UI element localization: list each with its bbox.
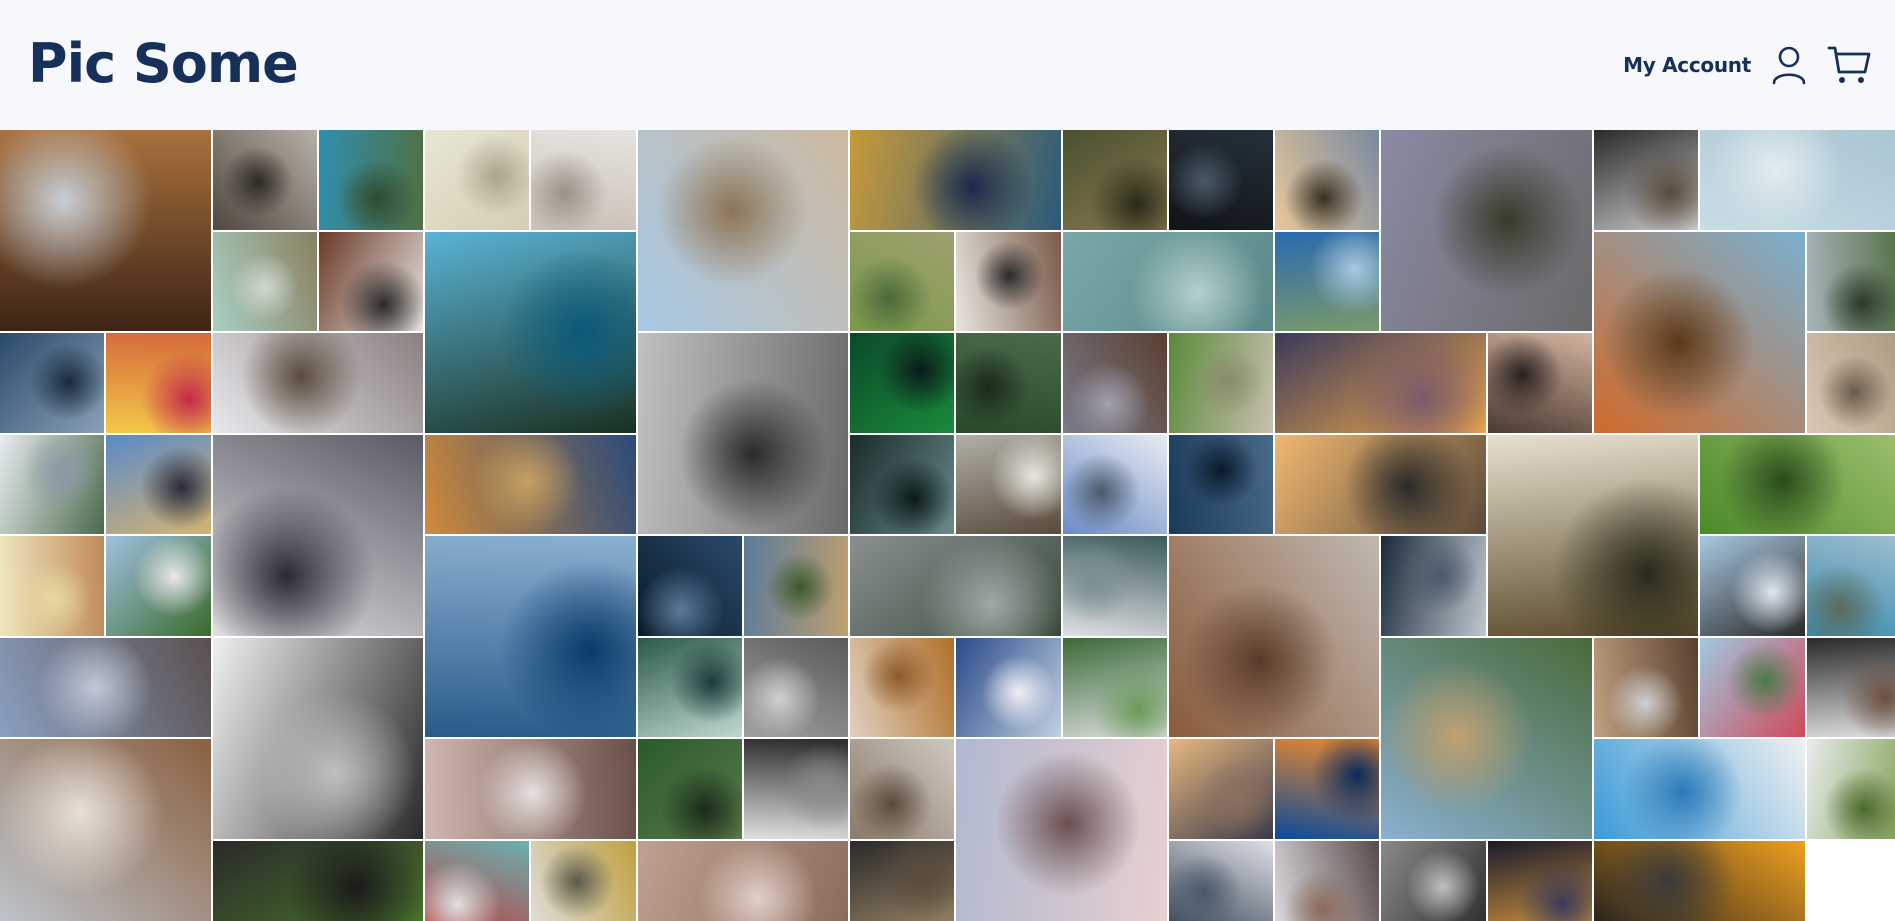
- photo-tile[interactable]: [1275, 434, 1486, 534]
- photo-tile[interactable]: [637, 536, 742, 636]
- photo-tile[interactable]: [1168, 536, 1380, 737]
- photo-tile[interactable]: [1593, 637, 1699, 737]
- photo-tile[interactable]: [956, 231, 1061, 331]
- photo-tile[interactable]: [1275, 840, 1380, 921]
- photo-tile[interactable]: [318, 130, 424, 230]
- photo-tile[interactable]: [743, 739, 849, 839]
- photo-tile[interactable]: [637, 637, 742, 737]
- photo-tile[interactable]: [1593, 231, 1805, 433]
- photo-grid: [0, 130, 1895, 921]
- photo-tile[interactable]: [1381, 130, 1592, 331]
- photo-tile[interactable]: [425, 840, 530, 921]
- photo-tile[interactable]: [1062, 130, 1167, 230]
- photo-tile[interactable]: [1062, 637, 1167, 737]
- photo-tile[interactable]: [637, 333, 849, 534]
- my-account-link[interactable]: My Account: [1623, 53, 1751, 77]
- photo-tile[interactable]: [1062, 434, 1167, 534]
- photo-tile[interactable]: [637, 840, 849, 921]
- photo-tile[interactable]: [1168, 434, 1274, 534]
- photo-tile[interactable]: [1806, 739, 1895, 839]
- photo-tile[interactable]: [425, 130, 530, 230]
- photo-tile[interactable]: [1487, 434, 1699, 636]
- header-nav: My Account: [1623, 44, 1871, 86]
- photo-tile[interactable]: [1275, 739, 1380, 839]
- photo-tile[interactable]: [1168, 739, 1274, 839]
- photo-tile[interactable]: [425, 536, 636, 737]
- photo-tile[interactable]: [743, 536, 849, 636]
- photo-tile[interactable]: [1062, 231, 1274, 331]
- photo-tile[interactable]: [212, 840, 424, 921]
- photo-tile[interactable]: [1381, 637, 1592, 839]
- cart-icon[interactable]: [1827, 44, 1871, 86]
- user-icon[interactable]: [1771, 45, 1807, 85]
- photo-tile[interactable]: [425, 231, 636, 433]
- photo-tile[interactable]: [850, 536, 1061, 636]
- photo-tile[interactable]: [637, 130, 849, 331]
- photo-tile[interactable]: [1593, 130, 1699, 230]
- photo-tile[interactable]: [1381, 536, 1486, 636]
- photo-tile[interactable]: [0, 536, 105, 636]
- photo-tile[interactable]: [1487, 840, 1592, 921]
- photo-tile[interactable]: [1700, 637, 1805, 737]
- photo-tile[interactable]: [531, 130, 636, 230]
- photo-tile[interactable]: [743, 637, 849, 737]
- photo-tile[interactable]: [1168, 130, 1274, 230]
- photo-tile[interactable]: [850, 130, 1061, 230]
- photo-tile[interactable]: [1806, 637, 1895, 737]
- photo-tile[interactable]: [1381, 840, 1486, 921]
- photo-tile[interactable]: [212, 637, 424, 839]
- photo-tile[interactable]: [637, 739, 742, 839]
- photo-tile[interactable]: [1487, 333, 1592, 433]
- photo-tile[interactable]: [212, 231, 317, 331]
- photo-tile[interactable]: [1275, 231, 1380, 331]
- photo-tile[interactable]: [1700, 536, 1805, 636]
- photo-tile[interactable]: [0, 434, 105, 534]
- photo-tile[interactable]: [425, 434, 636, 534]
- photo-tile[interactable]: [106, 434, 211, 534]
- photo-tile[interactable]: [850, 231, 955, 331]
- photo-tile[interactable]: [0, 333, 105, 433]
- photo-tile[interactable]: [1062, 333, 1167, 433]
- photo-tile[interactable]: [956, 739, 1167, 921]
- photo-tile[interactable]: [1806, 536, 1895, 636]
- photo-tile[interactable]: [850, 840, 955, 921]
- photo-tile[interactable]: [212, 130, 317, 230]
- photo-tile[interactable]: [850, 637, 955, 737]
- photo-tile[interactable]: [425, 739, 636, 839]
- photo-tile[interactable]: [106, 536, 211, 636]
- photo-tile[interactable]: [1593, 739, 1805, 839]
- photo-tile[interactable]: [956, 434, 1061, 534]
- photo-tile[interactable]: [106, 333, 211, 433]
- photo-tile[interactable]: [850, 739, 955, 839]
- photo-tile[interactable]: [1806, 231, 1895, 331]
- photo-tile[interactable]: [531, 840, 636, 921]
- site-header: Pic Some My Account: [0, 0, 1895, 130]
- photo-tile[interactable]: [956, 333, 1061, 433]
- photo-tile[interactable]: [956, 637, 1061, 737]
- photo-tile[interactable]: [850, 434, 955, 534]
- photo-tile[interactable]: [1275, 130, 1380, 230]
- photo-tile[interactable]: [0, 637, 211, 737]
- photo-tile[interactable]: [1593, 840, 1805, 921]
- photo-tile[interactable]: [0, 739, 211, 921]
- photo-tile[interactable]: [212, 434, 424, 636]
- photo-tile[interactable]: [850, 333, 955, 433]
- photo-tile[interactable]: [0, 130, 211, 331]
- photo-tile[interactable]: [1275, 333, 1486, 433]
- photo-tile[interactable]: [1700, 434, 1895, 534]
- photo-tile[interactable]: [212, 333, 424, 433]
- photo-tile[interactable]: [1168, 333, 1274, 433]
- photo-tile[interactable]: [1806, 333, 1895, 433]
- site-logo[interactable]: Pic Some: [28, 32, 299, 95]
- photo-tile[interactable]: [1168, 840, 1274, 921]
- photo-tile[interactable]: [1700, 130, 1895, 230]
- photo-tile[interactable]: [318, 231, 424, 331]
- photo-tile[interactable]: [1062, 536, 1167, 636]
